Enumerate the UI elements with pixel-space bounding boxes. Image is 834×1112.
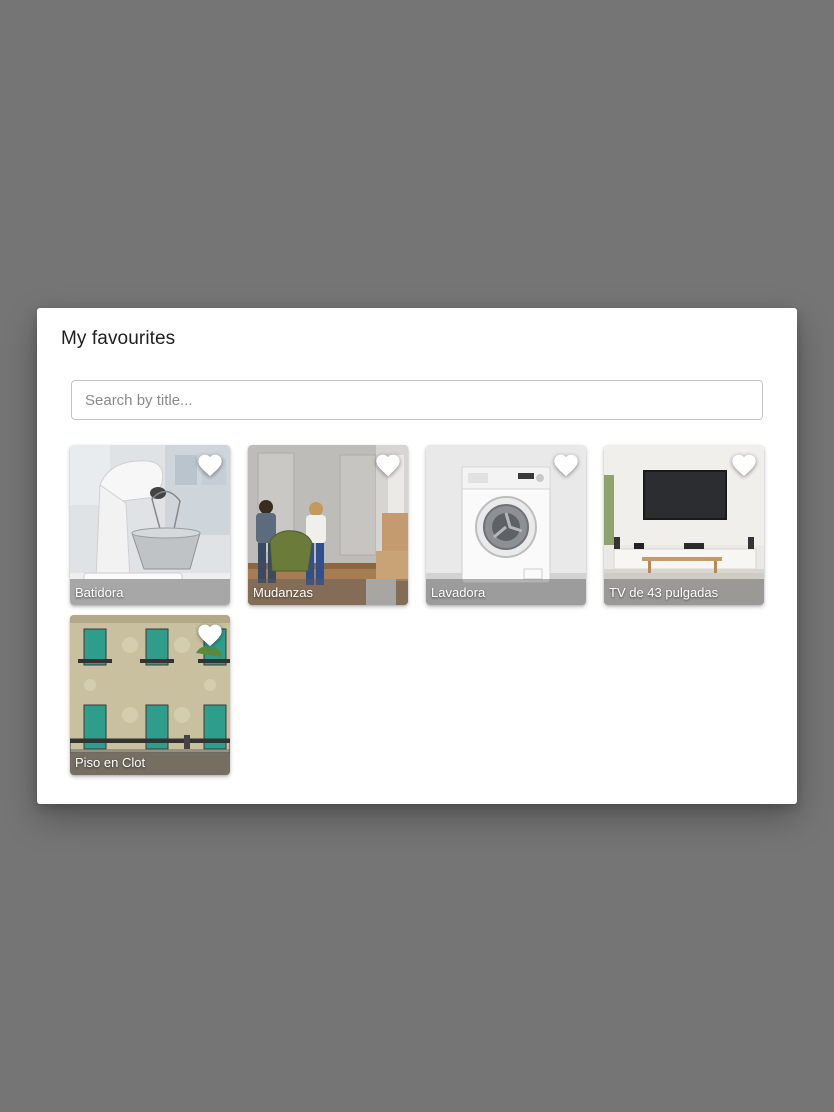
dialog-title: My favourites: [61, 328, 176, 349]
favourite-card-lavadora[interactable]: Lavadora: [426, 445, 586, 605]
card-title: Lavadora: [431, 585, 486, 600]
card-title: TV de 43 pulgadas: [609, 585, 719, 600]
favourite-card-batidora[interactable]: Batidora: [70, 445, 230, 605]
favourite-card-piso-en-clot[interactable]: Piso en Clot: [70, 615, 230, 775]
heart-icon[interactable]: [552, 451, 580, 477]
card-title: Mudanzas: [253, 585, 313, 600]
heart-icon[interactable]: [196, 451, 224, 477]
heart-icon[interactable]: [374, 451, 402, 477]
card-title: Batidora: [75, 585, 124, 600]
heart-icon[interactable]: [196, 621, 224, 647]
search-input[interactable]: [71, 380, 763, 420]
card-title: Piso en Clot: [75, 755, 146, 770]
favourites-dialog: My favourites Batidora: [37, 308, 797, 804]
favourite-card-tv-43[interactable]: TV de 43 pulgadas: [604, 445, 764, 605]
favourite-card-mudanzas[interactable]: Mudanzas: [248, 445, 408, 605]
heart-icon[interactable]: [730, 451, 758, 477]
